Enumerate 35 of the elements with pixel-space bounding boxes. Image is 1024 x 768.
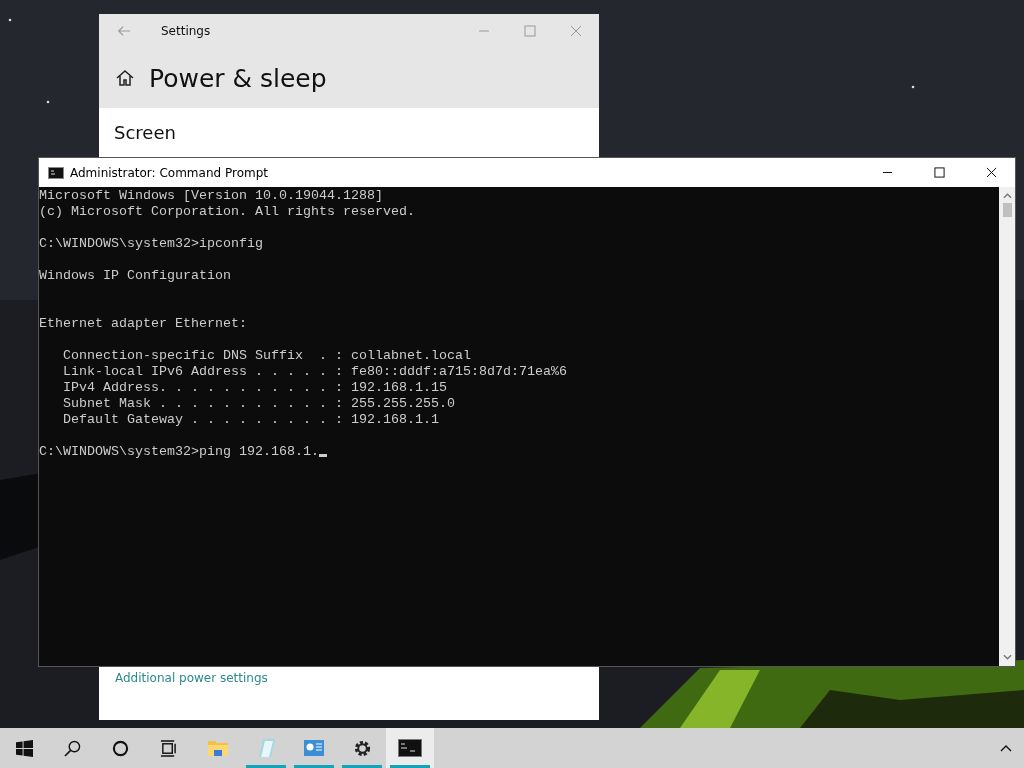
gear-icon: [352, 738, 372, 758]
home-icon[interactable]: [115, 68, 135, 88]
circle-icon: [111, 739, 129, 757]
power-settings-link[interactable]: Additional power settings: [115, 671, 268, 685]
close-icon[interactable]: [986, 167, 997, 178]
console-line: C:\WINDOWS\system32>ipconfig: [39, 236, 263, 252]
console-line: Link-local IPv6 Address . . . . . : fe80::dddf:a715:8d7d:71ea%6: [62, 364, 567, 380]
windows-logo-icon: [15, 739, 33, 757]
console-line: Ethernet adapter Ethernet:: [39, 316, 247, 332]
scroll-down-icon[interactable]: [1002, 654, 1012, 660]
console-line: Microsoft Windows [Version 10.0.19044.1288]: [39, 188, 383, 204]
console-line: (c) Microsoft Corporation. All rights reserved.: [39, 204, 415, 220]
console-icon: [398, 739, 422, 757]
scroll-thumb[interactable]: [1002, 203, 1012, 217]
console-line: Subnet Mask . . . . . . . . . . . : 255.255.255.0: [62, 396, 455, 412]
scrollbar[interactable]: [999, 187, 1015, 666]
window-title: Settings: [161, 24, 211, 38]
section-heading: Screen: [114, 122, 176, 143]
console-icon: [48, 166, 64, 179]
command-prompt-line[interactable]: C:\WINDOWS\system32>ping 192.168.1.: [39, 444, 319, 460]
page-heading: Power & sleep: [149, 63, 327, 93]
window-title: Administrator: Command Prompt: [70, 165, 268, 180]
chevron-up-icon[interactable]: [1000, 744, 1012, 752]
maximize-icon[interactable]: [934, 167, 945, 178]
taskbar-button[interactable]: [386, 728, 434, 768]
search-icon: [63, 739, 81, 757]
folder-icon: [207, 738, 229, 758]
text-cursor: [318, 454, 327, 457]
task-view-icon: [159, 739, 177, 757]
scroll-up-icon[interactable]: [1002, 193, 1012, 199]
console-line: Windows IP Configuration: [39, 268, 231, 284]
console-line: Default Gateway . . . . . . . . . : 192.168.1.1: [62, 412, 439, 428]
console-line: IPv4 Address. . . . . . . . . . . : 192.168.1.15: [62, 380, 447, 396]
control-panel-icon: [303, 738, 325, 758]
console-line: Connection-specific DNS Suffix . : collabnet.local: [62, 348, 471, 364]
